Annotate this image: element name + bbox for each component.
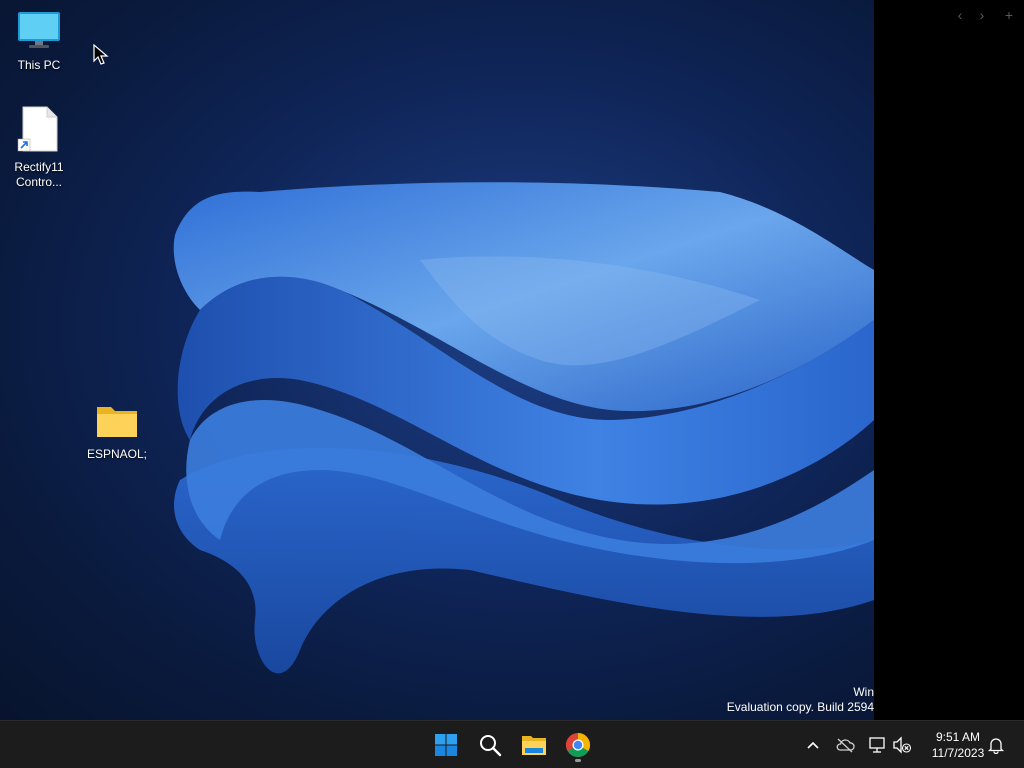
forward-button[interactable]: ›	[973, 6, 991, 24]
volume-tray-button[interactable]	[891, 734, 913, 756]
desktop-icon-label: ESPNAOL;	[86, 447, 148, 461]
side-panel: ‹ › +	[874, 0, 1024, 720]
desktop-screen: ‹ › + This PC Rectify11 Contro... ESPNAO…	[0, 0, 1024, 768]
notifications-button[interactable]	[985, 734, 1007, 756]
evaluation-watermark: Win Evaluation copy. Build 2594	[727, 685, 874, 715]
cloud-offline-icon	[836, 738, 855, 753]
desktop-icon-rectify11[interactable]: Rectify11 Contro...	[1, 106, 77, 190]
mouse-cursor-icon	[93, 44, 109, 65]
desktop-icon-this-pc[interactable]: This PC	[1, 10, 77, 73]
folder-icon	[97, 407, 137, 437]
volume-muted-icon	[893, 736, 912, 754]
file-explorer-button[interactable]	[516, 727, 552, 763]
network-icon	[869, 737, 885, 753]
add-button[interactable]: +	[1000, 6, 1018, 24]
desktop-wallpaper	[0, 0, 874, 720]
show-hidden-icons-button[interactable]	[802, 734, 824, 756]
shortcut-file-icon	[17, 106, 58, 152]
taskbar: 9:51 AM 11/7/2023	[0, 720, 1024, 768]
watermark-line-2: Evaluation copy. Build 2594	[726, 700, 874, 714]
chrome-icon	[565, 733, 591, 758]
back-button[interactable]: ‹	[951, 6, 969, 24]
running-indicator	[575, 759, 581, 762]
start-button[interactable]	[428, 727, 464, 763]
windows-logo-icon	[435, 734, 457, 756]
chrome-button[interactable]	[560, 727, 596, 763]
onedrive-tray-button[interactable]	[834, 734, 856, 756]
desktop-icon-label: Rectify11 Contro...	[14, 160, 64, 189]
bell-icon	[987, 738, 1005, 754]
desktop-icon-folder[interactable]: ESPNAOL;	[79, 403, 155, 462]
monitor-icon	[18, 12, 60, 48]
network-tray-button[interactable]	[866, 734, 888, 756]
bloom-ribbon-graphic	[173, 182, 874, 674]
search-icon	[480, 735, 502, 757]
chevron-up-icon	[807, 741, 819, 749]
watermark-line-1: Win	[853, 685, 874, 699]
search-button[interactable]	[472, 727, 508, 763]
desktop-icon-label: This PC	[17, 58, 61, 72]
folder-icon	[522, 736, 546, 755]
